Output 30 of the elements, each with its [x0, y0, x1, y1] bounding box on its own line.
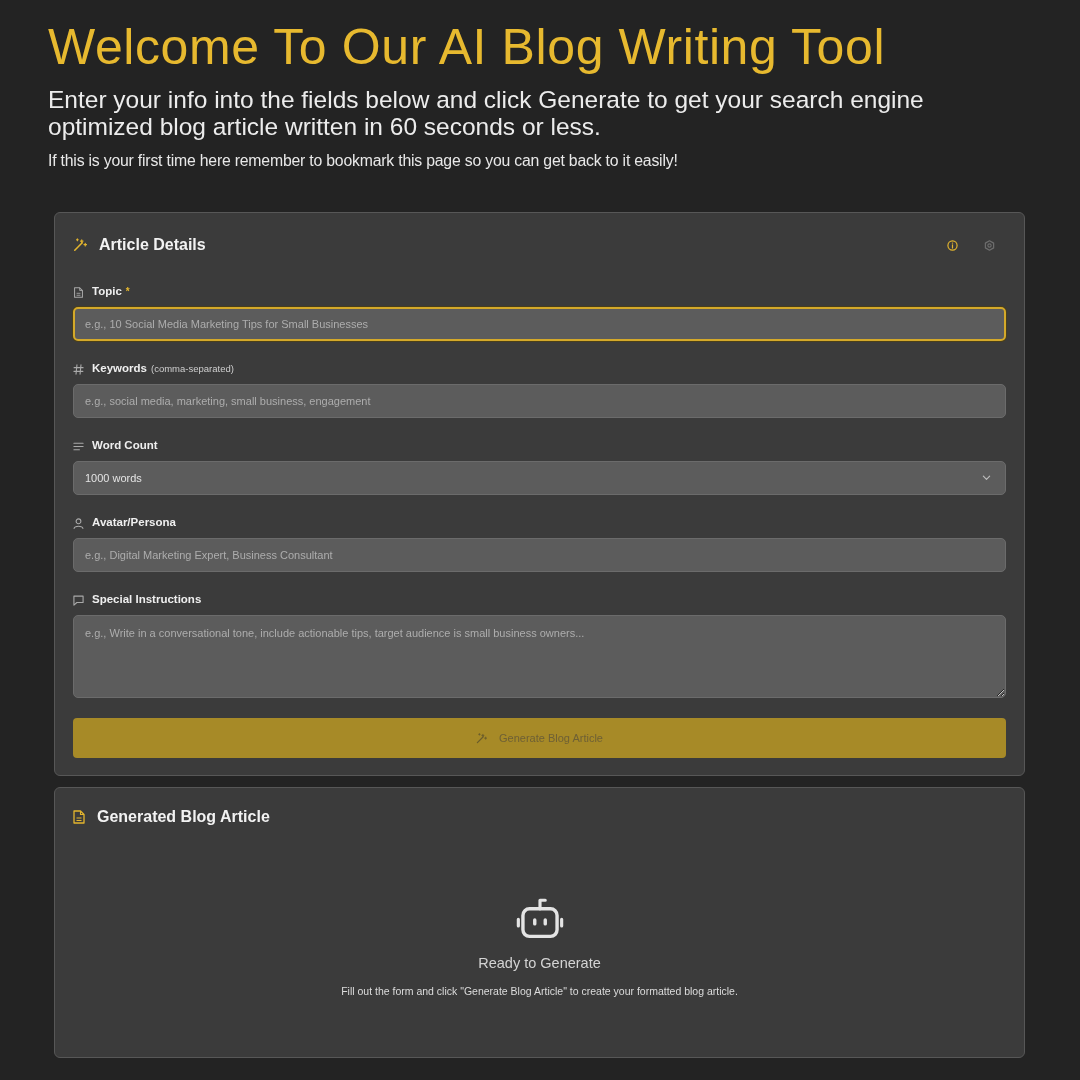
- text-input[interactable]: e.g., 10 Social Media Marketing Tips for Small Businesses: [73, 307, 1006, 341]
- hash-icon: [73, 363, 84, 375]
- field-label: Keywords: [92, 361, 147, 377]
- lines-icon: [73, 440, 84, 452]
- field-label: Avatar/Persona: [92, 515, 176, 531]
- word-count-select[interactable]: 1000 words: [73, 461, 1006, 495]
- field-label: Special Instructions: [92, 592, 202, 608]
- info-icon[interactable]: [947, 239, 958, 251]
- text-area[interactable]: e.g., Write in a conversational tone, include actionable tips, target audience is small business owners...: [73, 615, 1006, 698]
- field-label: Word Count: [92, 438, 158, 454]
- robot-icon: [515, 897, 564, 939]
- speech-bubble-icon: [73, 594, 84, 606]
- card-title: Generated Blog Article: [97, 807, 270, 827]
- magic-wand-icon: [73, 238, 87, 252]
- card-title: Article Details: [99, 235, 206, 255]
- document-icon: [73, 286, 84, 298]
- text-input[interactable]: e.g., social media, marketing, small business, engagement: [73, 384, 1006, 418]
- document-icon: [73, 810, 85, 824]
- empty-state-text: Fill out the form and click "Generate Blog Article" to create your formatted blog article.: [341, 983, 738, 999]
- magic-wand-icon: [476, 732, 487, 744]
- required-mark: *: [125, 285, 130, 299]
- field-hint: (comma-separated): [150, 361, 234, 376]
- bookmark-note: If this is your first time here remember to bookmark this page so you can get back to it easily!: [48, 151, 679, 171]
- page-title: Welcome To Our AI Blog Writing Tool: [48, 20, 887, 74]
- person-icon: [73, 517, 84, 529]
- chevron-down-icon: [982, 475, 991, 481]
- text-input[interactable]: e.g., Digital Marketing Expert, Business Consultant: [73, 538, 1006, 572]
- intro-text: Enter your info into the fields below and click Generate to get your search engine optimized blog article written in 60 seconds or less.: [48, 86, 925, 140]
- empty-state-title: Ready to Generate: [478, 954, 601, 973]
- field-label: Topic: [92, 284, 122, 300]
